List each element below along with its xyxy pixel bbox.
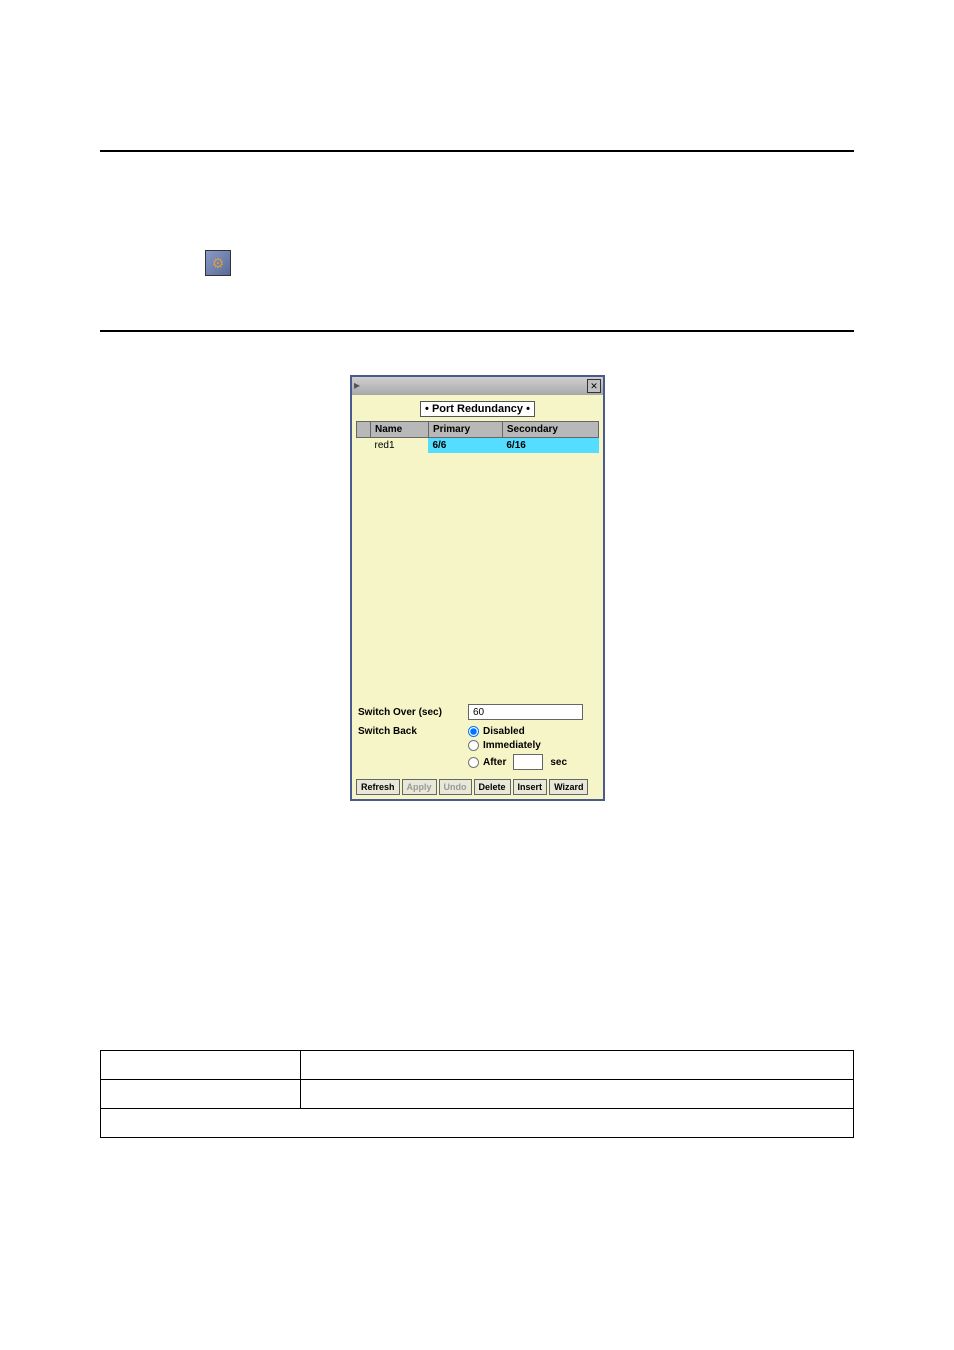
switch-back-label: Switch Back — [358, 726, 468, 737]
table-corner — [357, 422, 371, 438]
switch-back-group: Disabled Immediately After sec — [468, 726, 567, 770]
radio-after-label: After — [483, 757, 506, 768]
switch-over-input[interactable] — [468, 704, 583, 720]
undo-button[interactable]: Undo — [439, 779, 472, 795]
port-redundancy-dialog: ▸ ✕ • Port Redundancy • Name Primary Sec… — [350, 375, 605, 801]
cell-name: red1 — [371, 438, 429, 454]
close-icon[interactable]: ✕ — [587, 379, 601, 393]
bottom-cell-span — [101, 1109, 854, 1138]
toggle-icon[interactable]: ▸ — [354, 378, 362, 394]
after-seconds-input[interactable] — [513, 754, 543, 770]
wizard-button[interactable]: Wizard — [549, 779, 588, 795]
col-primary[interactable]: Primary — [428, 422, 502, 438]
bottom-cell1 — [101, 1080, 301, 1109]
cell-secondary: 6/16 — [502, 438, 598, 454]
apply-button[interactable]: Apply — [402, 779, 437, 795]
switch-over-label: Switch Over (sec) — [358, 707, 468, 718]
radio-immediately[interactable] — [468, 740, 479, 751]
radio-immediately-label: Immediately — [483, 740, 541, 751]
table-row[interactable]: red1 6/6 6/16 — [357, 438, 599, 454]
insert-button[interactable]: Insert — [513, 779, 548, 795]
radio-after[interactable] — [468, 757, 479, 768]
bottom-cell2 — [301, 1080, 854, 1109]
refresh-button[interactable]: Refresh — [356, 779, 400, 795]
col-secondary[interactable]: Secondary — [502, 422, 598, 438]
cell-primary: 6/6 — [428, 438, 502, 454]
radio-disabled[interactable] — [468, 726, 479, 737]
port-redundancy-icon[interactable] — [205, 250, 231, 276]
delete-button[interactable]: Delete — [474, 779, 511, 795]
dialog-titlebar: ✕ — [352, 377, 603, 395]
bottom-table-container — [100, 1050, 854, 1138]
dialog-title: • Port Redundancy • — [420, 401, 535, 417]
redundancy-table: Name Primary Secondary red1 6/6 6/16 — [356, 421, 599, 453]
after-unit-label: sec — [550, 757, 567, 768]
col-name[interactable]: Name — [371, 422, 429, 438]
bottom-col1 — [101, 1051, 301, 1080]
bottom-col2 — [301, 1051, 854, 1080]
radio-disabled-label: Disabled — [483, 726, 525, 737]
